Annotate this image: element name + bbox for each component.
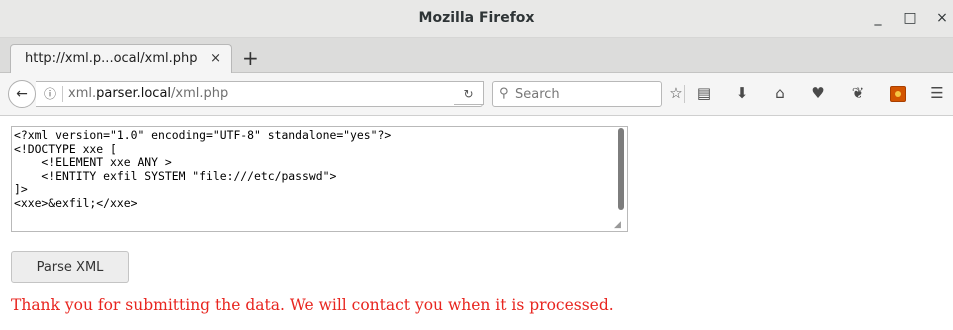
search-icon: ⚲: [499, 86, 509, 101]
reload-icon[interactable]: ↻: [454, 81, 484, 105]
site-info-icon[interactable]: ⓘ: [44, 82, 56, 106]
navigation-toolbar: ← ⓘ xml.parser.local/xml.php ↻ ⚲ ☆ ▤ ⬇ ⌂…: [0, 73, 953, 116]
window-title: Mozilla Firefox: [418, 10, 535, 26]
menu-icon[interactable]: ☰: [925, 81, 949, 105]
page-content: <?xml version="1.0" encoding="UTF-8" sta…: [0, 116, 953, 330]
new-tab-icon[interactable]: +: [242, 44, 259, 72]
resize-handle-icon[interactable]: ◢: [614, 220, 626, 230]
url-divider: [62, 86, 63, 102]
parse-xml-button[interactable]: Parse XML: [11, 251, 129, 283]
textarea-scrollbar[interactable]: [618, 128, 624, 210]
toolbar-divider: [684, 85, 685, 103]
maximize-icon[interactable]: □: [899, 0, 921, 37]
download-icon[interactable]: ⬇: [730, 81, 754, 105]
url-path: /xml.php: [171, 86, 229, 101]
back-arrow-icon[interactable]: ←: [8, 80, 36, 108]
tab-title: http://xml.p...ocal/xml.php: [25, 51, 198, 66]
url-prefix: xml.: [68, 86, 97, 101]
close-window-icon[interactable]: ×: [931, 0, 953, 37]
pocket-icon[interactable]: ♥: [806, 81, 830, 105]
home-icon[interactable]: ⌂: [768, 81, 792, 105]
url-host: parser.local: [96, 86, 172, 101]
search-box[interactable]: ⚲: [492, 81, 662, 107]
extension-paw-icon[interactable]: ❦: [846, 81, 870, 105]
url-bar[interactable]: ⓘ xml.parser.local/xml.php: [36, 81, 483, 107]
minimize-icon[interactable]: _: [867, 0, 889, 37]
xml-input-textarea[interactable]: <?xml version="1.0" encoding="UTF-8" sta…: [11, 126, 628, 232]
tab-xml-php[interactable]: http://xml.p...ocal/xml.php ×: [10, 44, 232, 73]
search-input[interactable]: [515, 84, 653, 104]
window-titlebar: Mozilla Firefox _ □ ×: [0, 0, 953, 38]
reading-list-icon[interactable]: ▤: [692, 81, 716, 105]
tab-strip: http://xml.p...ocal/xml.php × +: [0, 38, 953, 73]
status-message: Thank you for submitting the data. We wi…: [11, 296, 614, 314]
close-tab-icon[interactable]: ×: [210, 45, 221, 73]
addon-icon[interactable]: [890, 86, 906, 102]
url-text[interactable]: xml.parser.local/xml.php: [68, 82, 228, 106]
